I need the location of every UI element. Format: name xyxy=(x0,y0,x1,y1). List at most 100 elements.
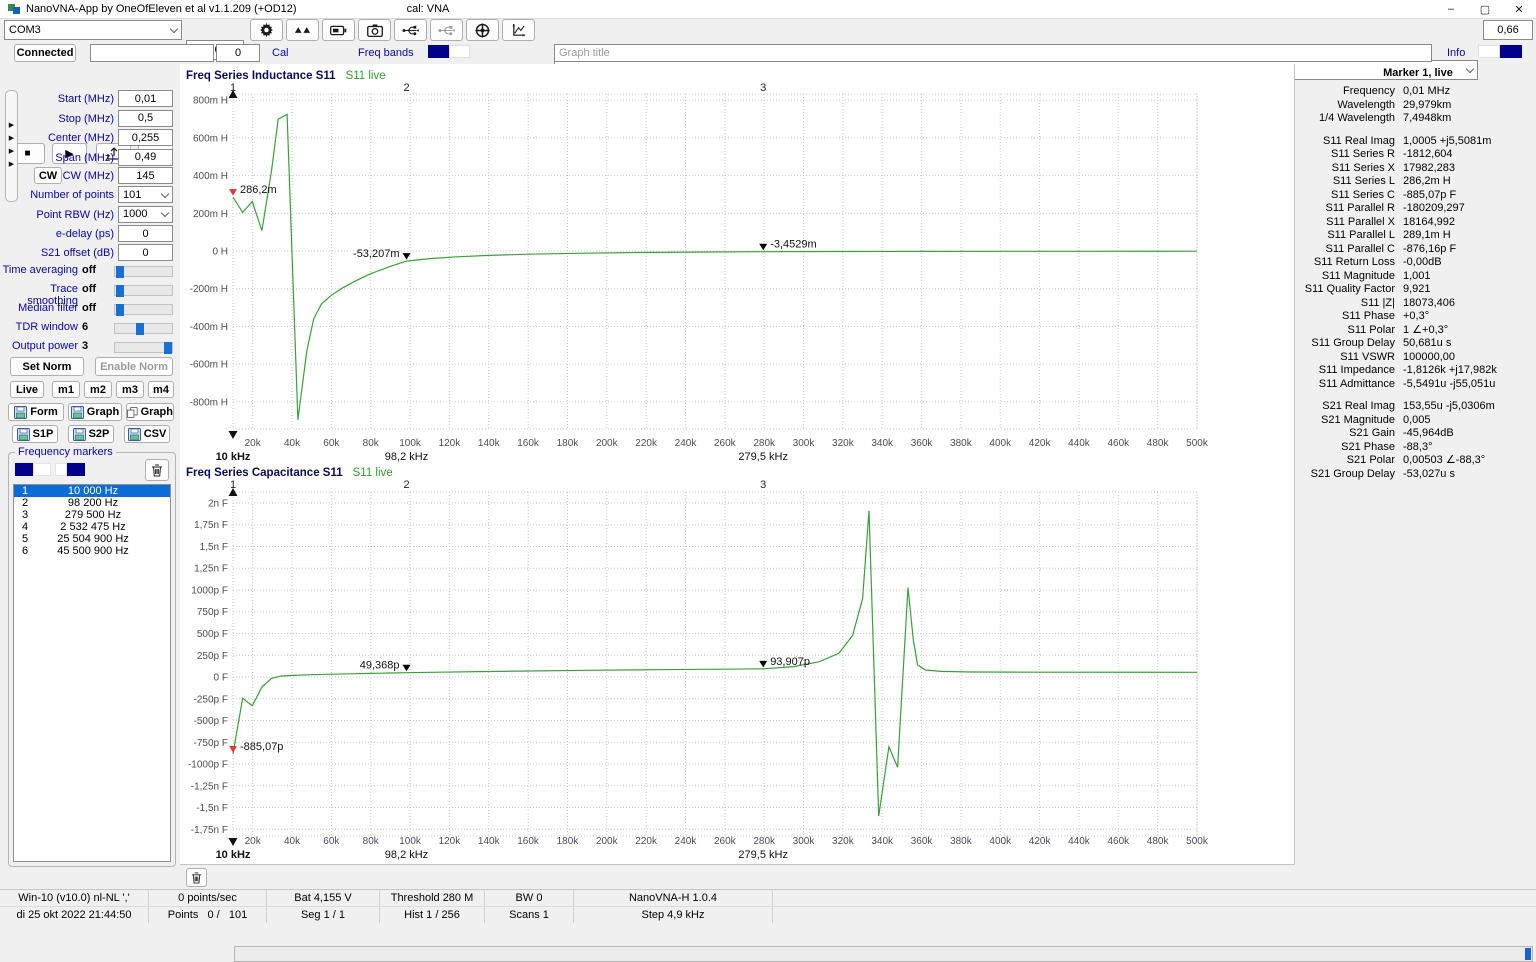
marker-readout-row: S11 Real Imag1,0005 +j5,5081m xyxy=(1300,135,1536,149)
trace-marker-icon[interactable] xyxy=(403,253,411,260)
camera-button[interactable] xyxy=(358,19,391,41)
gear-button[interactable] xyxy=(250,19,283,41)
frequency-marker-item[interactable]: 3279 500 Hz xyxy=(14,509,170,521)
clear-sweep-button[interactable] xyxy=(186,868,207,887)
delete-markers-button[interactable] xyxy=(145,459,169,481)
charts-svg[interactable]: Freq Series Inductance S11S11 live20k40k… xyxy=(180,64,1294,864)
usb-button[interactable] xyxy=(394,19,427,41)
connected-button[interactable]: Connected xyxy=(14,44,76,62)
readout-value: -88,3° xyxy=(1395,441,1432,455)
copy-graph-button[interactable]: Graph xyxy=(126,403,174,421)
marker-color-swatch[interactable] xyxy=(33,463,51,476)
trace-m3-button[interactable]: m3 xyxy=(116,381,144,398)
trace-m4-button[interactable]: m4 xyxy=(148,381,174,398)
stop-mhz-field[interactable]: 0,5 xyxy=(118,110,173,127)
y-tick-label: -250p F xyxy=(194,694,228,705)
info-color-swatch[interactable] xyxy=(1478,45,1500,58)
marker-color-swatch[interactable] xyxy=(55,463,67,476)
trace-marker-icon[interactable] xyxy=(403,665,411,672)
enable-norm-button[interactable]: Enable Norm xyxy=(95,357,173,376)
trace-smoothing-slider[interactable] xyxy=(114,285,173,296)
sweep-marker-bottom-icon[interactable] xyxy=(229,838,238,846)
freq-bands-color-swatch[interactable] xyxy=(428,45,449,58)
readout-value: 0,01 MHz xyxy=(1395,85,1450,99)
trace-marker-icon[interactable] xyxy=(229,189,237,195)
median-filter-slider[interactable] xyxy=(114,304,173,315)
frequency-marker-item[interactable]: 525 504 900 Hz xyxy=(14,533,170,545)
trace-m1-button[interactable]: m1 xyxy=(52,381,80,398)
frequency-marker-item[interactable]: 645 500 900 Hz xyxy=(14,545,170,557)
frequency-marker-item[interactable]: 110 000 Hz xyxy=(14,485,170,497)
frequency-marker-item[interactable]: 42 532 475 Hz xyxy=(14,521,170,533)
slider-handle[interactable] xyxy=(164,342,172,354)
frequency-marker-list[interactable]: 110 000 Hz298 200 Hz3279 500 Hz42 532 47… xyxy=(13,484,171,862)
start-mhz-field[interactable]: 0,01 xyxy=(118,90,173,107)
close-button[interactable]: ✕ xyxy=(1502,0,1536,18)
point-rbw-hz-select[interactable]: 1000 xyxy=(118,206,173,223)
status-cell: 0 points/sec xyxy=(149,890,267,906)
save-icon xyxy=(14,406,27,419)
span-mhz-field[interactable]: 0,49 xyxy=(118,149,173,166)
save-s2p-button[interactable]: S2P xyxy=(68,425,114,443)
trace-m2-button[interactable]: m2 xyxy=(84,381,112,398)
freq-bands-color-swatch-2[interactable] xyxy=(449,45,470,58)
top-marker-number[interactable]: 2 xyxy=(403,479,409,491)
save-csv-button[interactable]: CSV xyxy=(124,425,170,443)
y-tick-label: -800m H xyxy=(190,397,228,408)
readout-value: 100000,00 xyxy=(1395,351,1455,365)
charts-canvas[interactable]: Freq Series Inductance S11S11 live20k40k… xyxy=(180,64,1295,865)
sweep-marker-bottom-icon[interactable] xyxy=(229,431,238,439)
trace-marker-icon[interactable] xyxy=(229,746,237,753)
plot-border xyxy=(233,94,1197,429)
time-averaging-slider[interactable] xyxy=(114,266,173,277)
scale-value-field[interactable]: 0,66 xyxy=(1483,20,1533,40)
cw-mhz-field[interactable]: 145 xyxy=(118,167,173,184)
tdr-window-slider[interactable] xyxy=(114,323,173,334)
frequency-entry-field[interactable] xyxy=(90,44,214,62)
trace-live-button[interactable]: Live xyxy=(10,381,44,398)
top-marker-number[interactable]: 3 xyxy=(760,479,766,491)
panel-expander-strip[interactable]: ▶ ▶ ▶ ▶ xyxy=(5,90,18,202)
number-of-points-select[interactable]: 101 xyxy=(118,186,173,203)
copy-graph-button-label: Graph xyxy=(141,406,173,418)
save-graph-button[interactable]: Graph xyxy=(68,403,122,421)
set-norm-button[interactable]: Set Norm xyxy=(10,357,84,376)
com-port-select[interactable]: COM3 xyxy=(4,20,182,40)
readout-value: -180209,297 xyxy=(1395,202,1465,216)
graph-title-input[interactable] xyxy=(554,44,1432,62)
slider-handle[interactable] xyxy=(116,304,124,316)
save-s1p-button[interactable]: S1P xyxy=(12,425,58,443)
center-mhz-field[interactable]: 0,255 xyxy=(118,129,173,146)
trace-marker-icon[interactable] xyxy=(759,661,767,668)
top-marker-number[interactable]: 2 xyxy=(403,82,409,94)
maximize-button[interactable]: ▢ xyxy=(1468,0,1502,18)
usb-disabled-button[interactable] xyxy=(430,19,463,41)
battery-button[interactable] xyxy=(322,19,355,41)
readout-value: 17982,283 xyxy=(1395,162,1455,176)
e-delay-ps-field[interactable]: 0 xyxy=(118,225,173,242)
slider-handle[interactable] xyxy=(116,285,124,297)
s21-offset-db-field[interactable]: 0 xyxy=(118,244,173,261)
minimize-button[interactable]: – xyxy=(1434,0,1468,18)
save-form-button[interactable]: Form xyxy=(8,403,64,421)
marker-color-swatch[interactable] xyxy=(67,463,85,476)
points-count-field[interactable]: 0 xyxy=(216,44,260,62)
readout-value: 7,4948km xyxy=(1395,112,1451,126)
output-power-slider[interactable] xyxy=(114,342,173,353)
marker-color-swatch[interactable] xyxy=(15,463,33,476)
freq-series-inductance-s11-chart[interactable]: Freq Series Inductance S11S11 live20k40k… xyxy=(186,70,1209,463)
freq-series-capacitance-s11-chart[interactable]: Freq Series Capacitance S11S11 live20k40… xyxy=(186,467,1209,861)
slider-handle[interactable] xyxy=(136,323,144,335)
readout-value: -45,964dB xyxy=(1395,427,1454,441)
trace-m2-button-label: m2 xyxy=(90,384,106,396)
trace-marker-icon[interactable] xyxy=(759,244,767,251)
trace-live-button-label: Live xyxy=(16,384,38,396)
double-up-button[interactable] xyxy=(286,19,319,41)
graph-axes-button[interactable] xyxy=(502,19,535,41)
info-color-swatch-2[interactable] xyxy=(1500,45,1522,58)
frequency-marker-item[interactable]: 298 200 Hz xyxy=(14,497,170,509)
target-button[interactable] xyxy=(466,19,499,41)
slider-handle[interactable] xyxy=(116,266,124,278)
cal-status: cal: VNA xyxy=(407,3,450,15)
top-marker-number[interactable]: 3 xyxy=(760,82,766,94)
